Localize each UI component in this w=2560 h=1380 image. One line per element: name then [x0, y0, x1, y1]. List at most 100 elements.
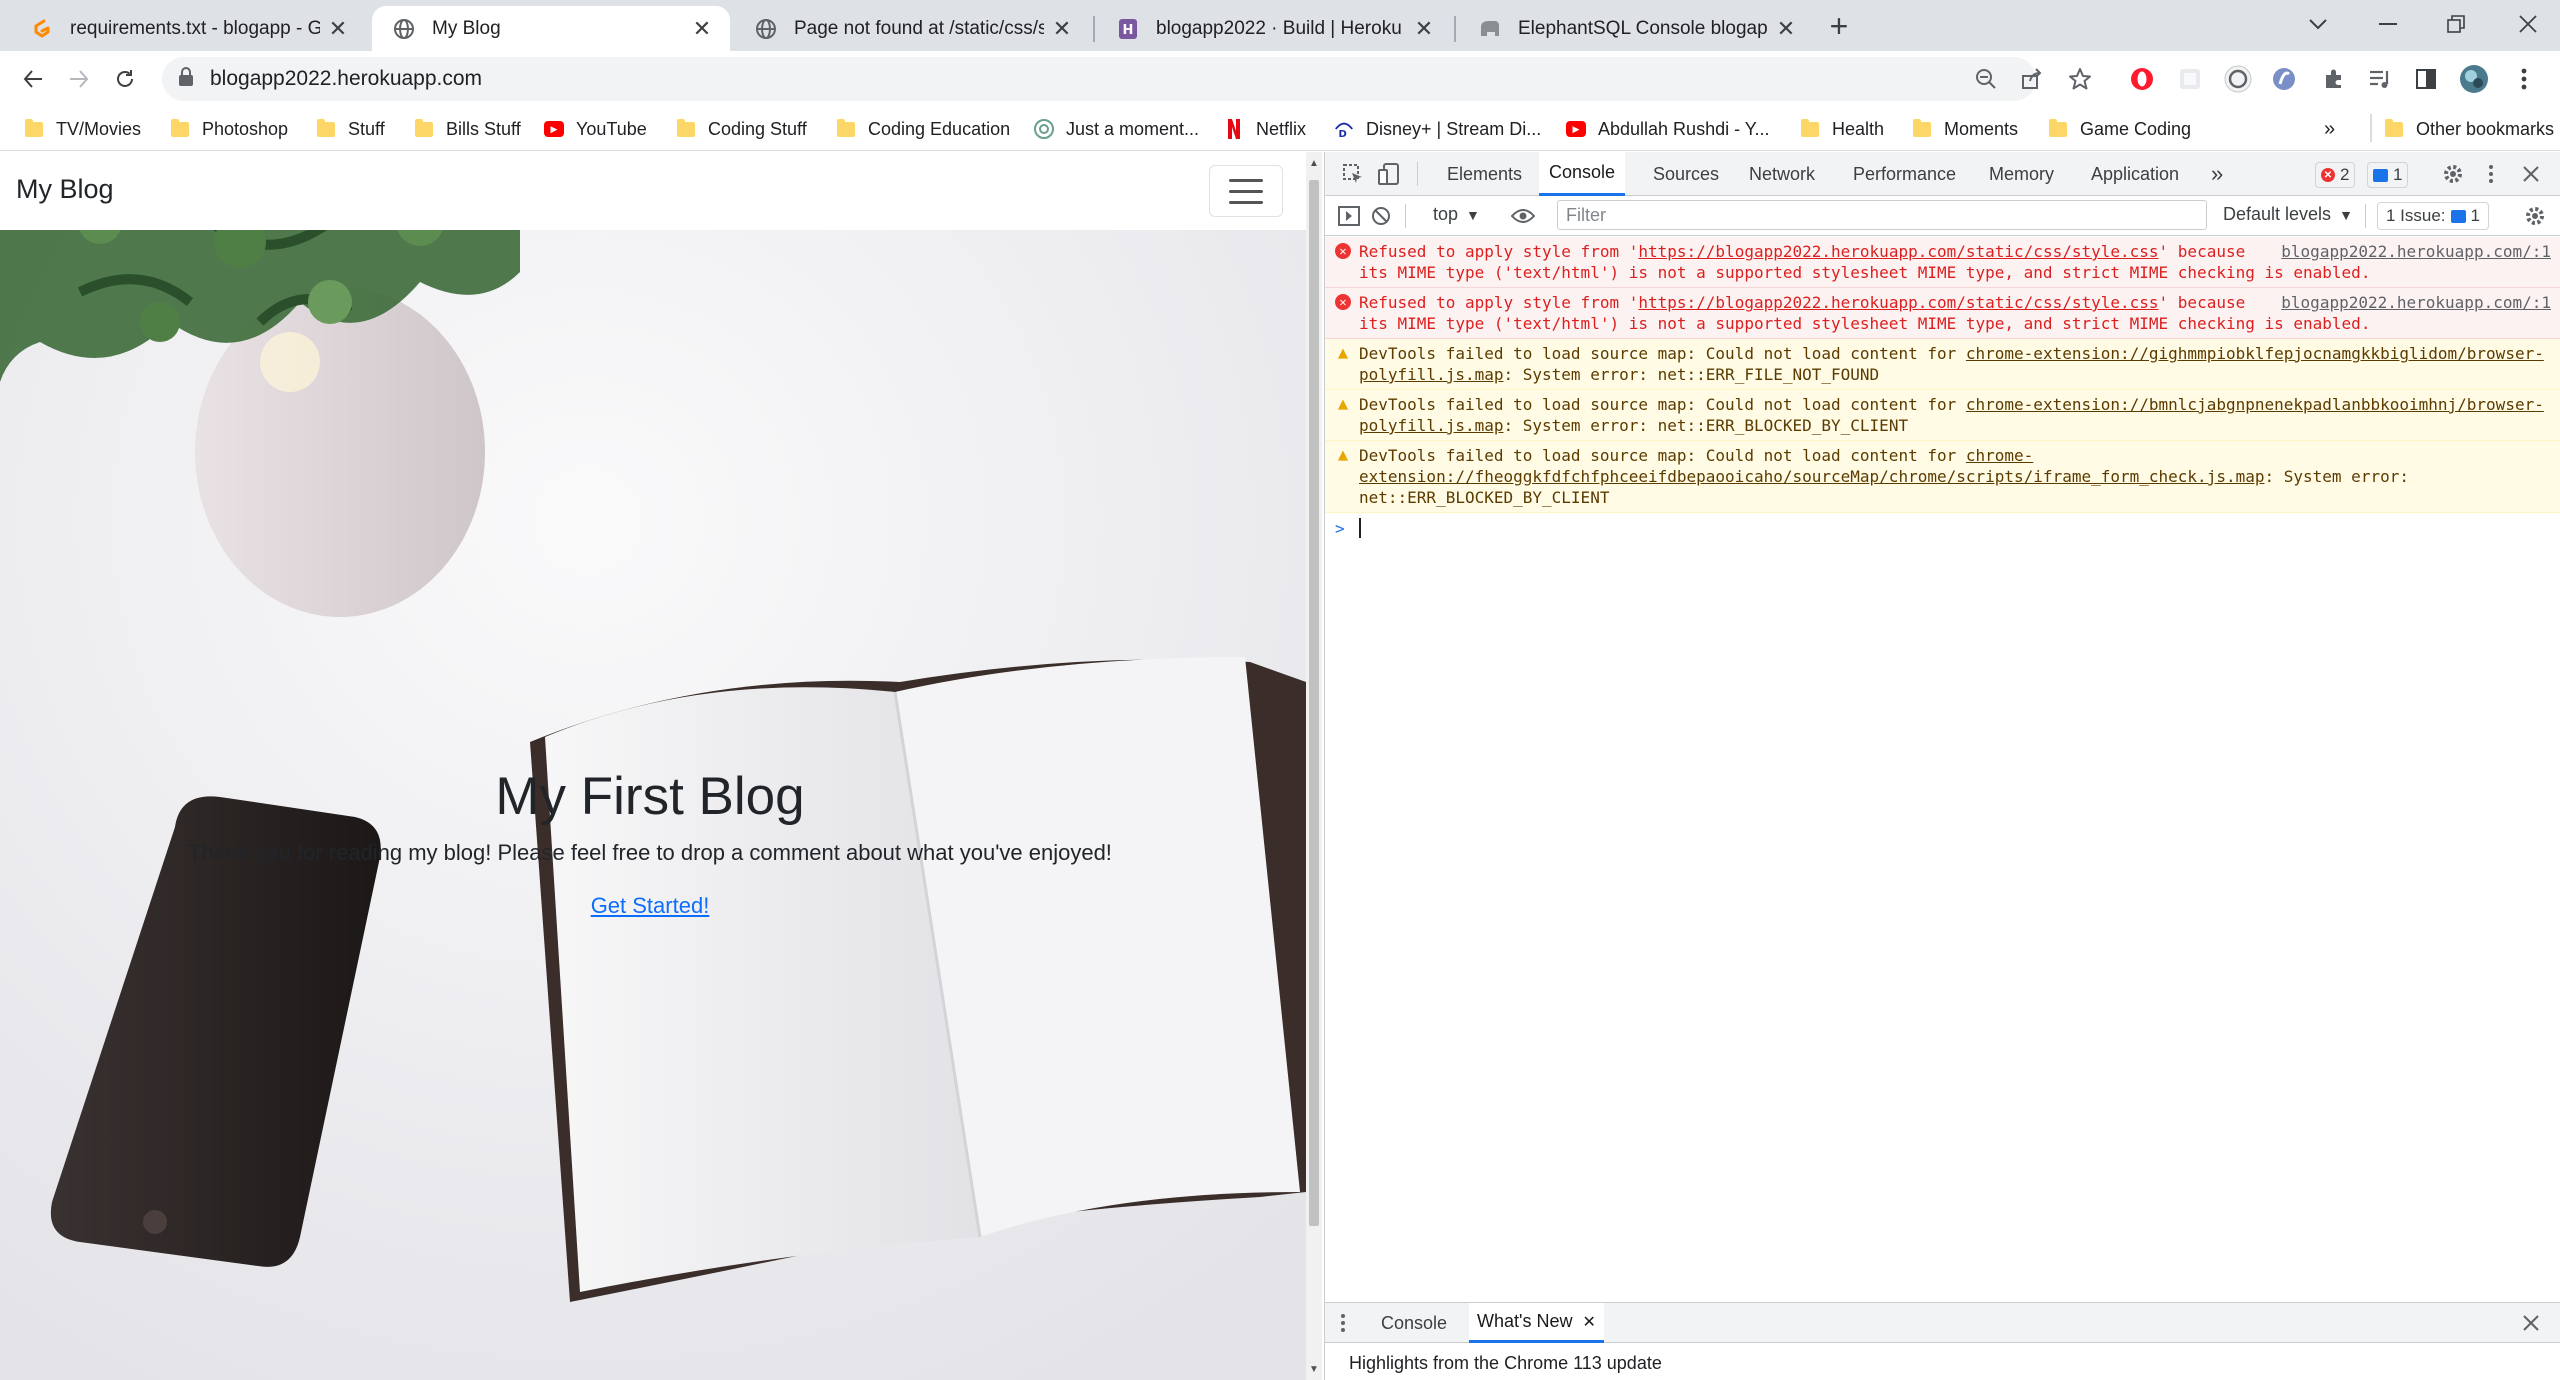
bookmark-netflix[interactable]: Netflix	[1224, 114, 1306, 144]
bookmark-coding-education[interactable]: Coding Education	[836, 114, 1010, 144]
extension-icon[interactable]	[2174, 63, 2206, 95]
issues-button[interactable]: 1 Issue: 1	[2377, 202, 2490, 230]
bookmark-label: Game Coding	[2080, 118, 2192, 139]
extension-circle-icon[interactable]	[2222, 63, 2254, 95]
source-link[interactable]: blogapp2022.herokuapp.com/:1	[2281, 241, 2551, 262]
message-count-badge[interactable]: 1	[2367, 162, 2409, 188]
console-warning-message[interactable]: ▲ DevTools failed to load source map: Co…	[1325, 441, 2560, 513]
folder-icon	[836, 118, 856, 139]
bookmark-disney[interactable]: D Disney+ | Stream Di...	[1334, 114, 1541, 144]
close-icon[interactable]: ✕	[1412, 16, 1436, 41]
close-icon[interactable]: ✕	[1050, 16, 1074, 41]
console-prompt[interactable]: >	[1325, 513, 2560, 543]
share-icon[interactable]	[2016, 63, 2048, 95]
drawer-tab-whats-new[interactable]: What's New ✕	[1469, 1303, 1604, 1343]
scroll-down-icon[interactable]: ▼	[1309, 1364, 1319, 1375]
inspect-element-icon[interactable]	[1339, 160, 1367, 188]
close-icon[interactable]: ✕	[1774, 16, 1798, 41]
folder-icon	[2384, 118, 2404, 139]
message-url-link[interactable]: https://blogapp2022.herokuapp.com/static…	[1638, 242, 2158, 261]
bookmark-youtube[interactable]: ▶ YouTube	[544, 114, 647, 144]
console-filter-input[interactable]: Filter	[1557, 200, 2207, 230]
console-warning-message[interactable]: ▲ DevTools failed to load source map: Co…	[1325, 339, 2560, 390]
scrollbar-thumb[interactable]	[1309, 180, 1319, 1226]
console-error-message[interactable]: ✕ blogapp2022.herokuapp.com/:1 Refused t…	[1325, 288, 2560, 339]
bookmark-just-a-moment[interactable]: Just a moment...	[1034, 114, 1199, 144]
drawer-tab-console[interactable]: Console	[1381, 1303, 1447, 1343]
reload-button[interactable]	[108, 62, 142, 96]
bookmark-coding-stuff[interactable]: Coding Stuff	[676, 114, 807, 144]
source-link[interactable]: blogapp2022.herokuapp.com/:1	[2281, 292, 2551, 313]
star-icon[interactable]	[2064, 63, 2096, 95]
devtools-tab-sources[interactable]: Sources	[1653, 152, 1719, 196]
restore-button[interactable]	[2436, 6, 2476, 42]
profile-avatar[interactable]	[2458, 63, 2490, 95]
devtools-tab-elements[interactable]: Elements	[1447, 152, 1522, 196]
devtools-menu-icon[interactable]	[2477, 160, 2505, 188]
devtools-close-icon[interactable]	[2517, 160, 2545, 188]
media-controls-icon[interactable]	[2364, 63, 2396, 95]
bookmark-abdullah[interactable]: ▶ Abdullah Rushdi - Y...	[1566, 114, 1769, 144]
tab-elephantsql[interactable]: ElephantSQL Console blogapp20 ✕	[1458, 6, 1814, 51]
url-text: blogapp2022.herokuapp.com	[210, 67, 483, 90]
close-icon[interactable]: ✕	[690, 16, 714, 41]
bookmark-health[interactable]: Health	[1800, 114, 1884, 144]
clear-console-icon[interactable]	[1367, 202, 1395, 230]
close-window-button[interactable]	[2508, 6, 2548, 42]
bookmark-bills-stuff[interactable]: Bills Stuff	[414, 114, 521, 144]
tab-separator	[1093, 16, 1095, 42]
devtools-tab-application[interactable]: Application	[2091, 152, 2179, 196]
devtools-tab-memory[interactable]: Memory	[1989, 152, 2054, 196]
bookmark-photoshop[interactable]: Photoshop	[170, 114, 288, 144]
bookmark-stuff[interactable]: Stuff	[316, 114, 385, 144]
get-started-link[interactable]: Get Started!	[591, 893, 710, 918]
new-tab-button[interactable]: +	[1822, 8, 1856, 44]
forward-button[interactable]	[62, 62, 96, 96]
bookmark-tv-movies[interactable]: TV/Movies	[24, 114, 141, 144]
bookmark-label: Stuff	[348, 118, 385, 139]
bookmark-moments[interactable]: Moments	[1912, 114, 2018, 144]
puzzle-icon[interactable]	[2318, 63, 2350, 95]
error-count-badge[interactable]: ✕ 2	[2315, 162, 2356, 188]
tab-my-blog[interactable]: My Blog ✕	[372, 6, 730, 51]
page-scrollbar[interactable]: ▲ ▼	[1306, 152, 1322, 1380]
sidebar-toggle-icon[interactable]	[1335, 202, 1363, 230]
log-levels-dropdown[interactable]: Default levels ▼	[2223, 204, 2353, 225]
extension-blue-icon[interactable]	[2268, 63, 2300, 95]
close-icon[interactable]: ✕	[1582, 1312, 1595, 1332]
tab-heroku[interactable]: H blogapp2022 · Build | Heroku ✕	[1096, 6, 1452, 51]
console-error-message[interactable]: ✕ blogapp2022.herokuapp.com/:1 Refused t…	[1325, 237, 2560, 288]
side-panel-icon[interactable]	[2410, 63, 2442, 95]
back-button[interactable]	[16, 62, 50, 96]
message-url-link[interactable]: https://blogapp2022.herokuapp.com/static…	[1638, 293, 2158, 312]
lock-icon[interactable]	[178, 66, 194, 92]
console-warning-message[interactable]: ▲ DevTools failed to load source map: Co…	[1325, 390, 2560, 441]
devtools-tab-console[interactable]: Console	[1539, 152, 1626, 196]
tab-requirements[interactable]: requirements.txt - blogapp - Gitp ✕	[10, 6, 366, 51]
zoom-icon[interactable]	[1970, 63, 2002, 95]
drawer-menu-icon[interactable]	[1329, 1309, 1357, 1337]
context-selector[interactable]: top ▼	[1433, 204, 1480, 225]
chrome-menu-icon[interactable]	[2508, 63, 2540, 95]
devtools-more-tabs[interactable]: »	[2211, 152, 2223, 196]
live-expression-eye-icon[interactable]	[1509, 202, 1537, 230]
address-bar[interactable]: blogapp2022.herokuapp.com	[162, 57, 2036, 101]
drawer-close-icon[interactable]	[2517, 1309, 2545, 1337]
close-icon[interactable]: ✕	[326, 16, 350, 41]
site-brand[interactable]: My Blog	[16, 174, 114, 205]
other-bookmarks[interactable]: Other bookmarks	[2384, 114, 2554, 144]
bookmark-game-coding[interactable]: Game Coding	[2048, 114, 2191, 144]
devtools-tab-performance[interactable]: Performance	[1853, 152, 1956, 196]
console-prompt-row[interactable]: >	[1325, 513, 2560, 543]
tab-search-button[interactable]	[2298, 6, 2338, 42]
scroll-up-icon[interactable]: ▲	[1309, 158, 1319, 169]
bookmarks-overflow-button[interactable]: »	[2324, 114, 2335, 144]
opera-extension-icon[interactable]	[2126, 63, 2158, 95]
devtools-tab-network[interactable]: Network	[1749, 152, 1815, 196]
navbar-toggler-button[interactable]	[1209, 165, 1283, 217]
console-settings-gear-icon[interactable]	[2521, 202, 2549, 230]
tab-page-not-found[interactable]: Page not found at /static/css/styl ✕	[734, 6, 1090, 51]
settings-gear-icon[interactable]	[2439, 160, 2467, 188]
minimize-button[interactable]	[2368, 6, 2408, 42]
device-toolbar-icon[interactable]	[1375, 160, 1403, 188]
